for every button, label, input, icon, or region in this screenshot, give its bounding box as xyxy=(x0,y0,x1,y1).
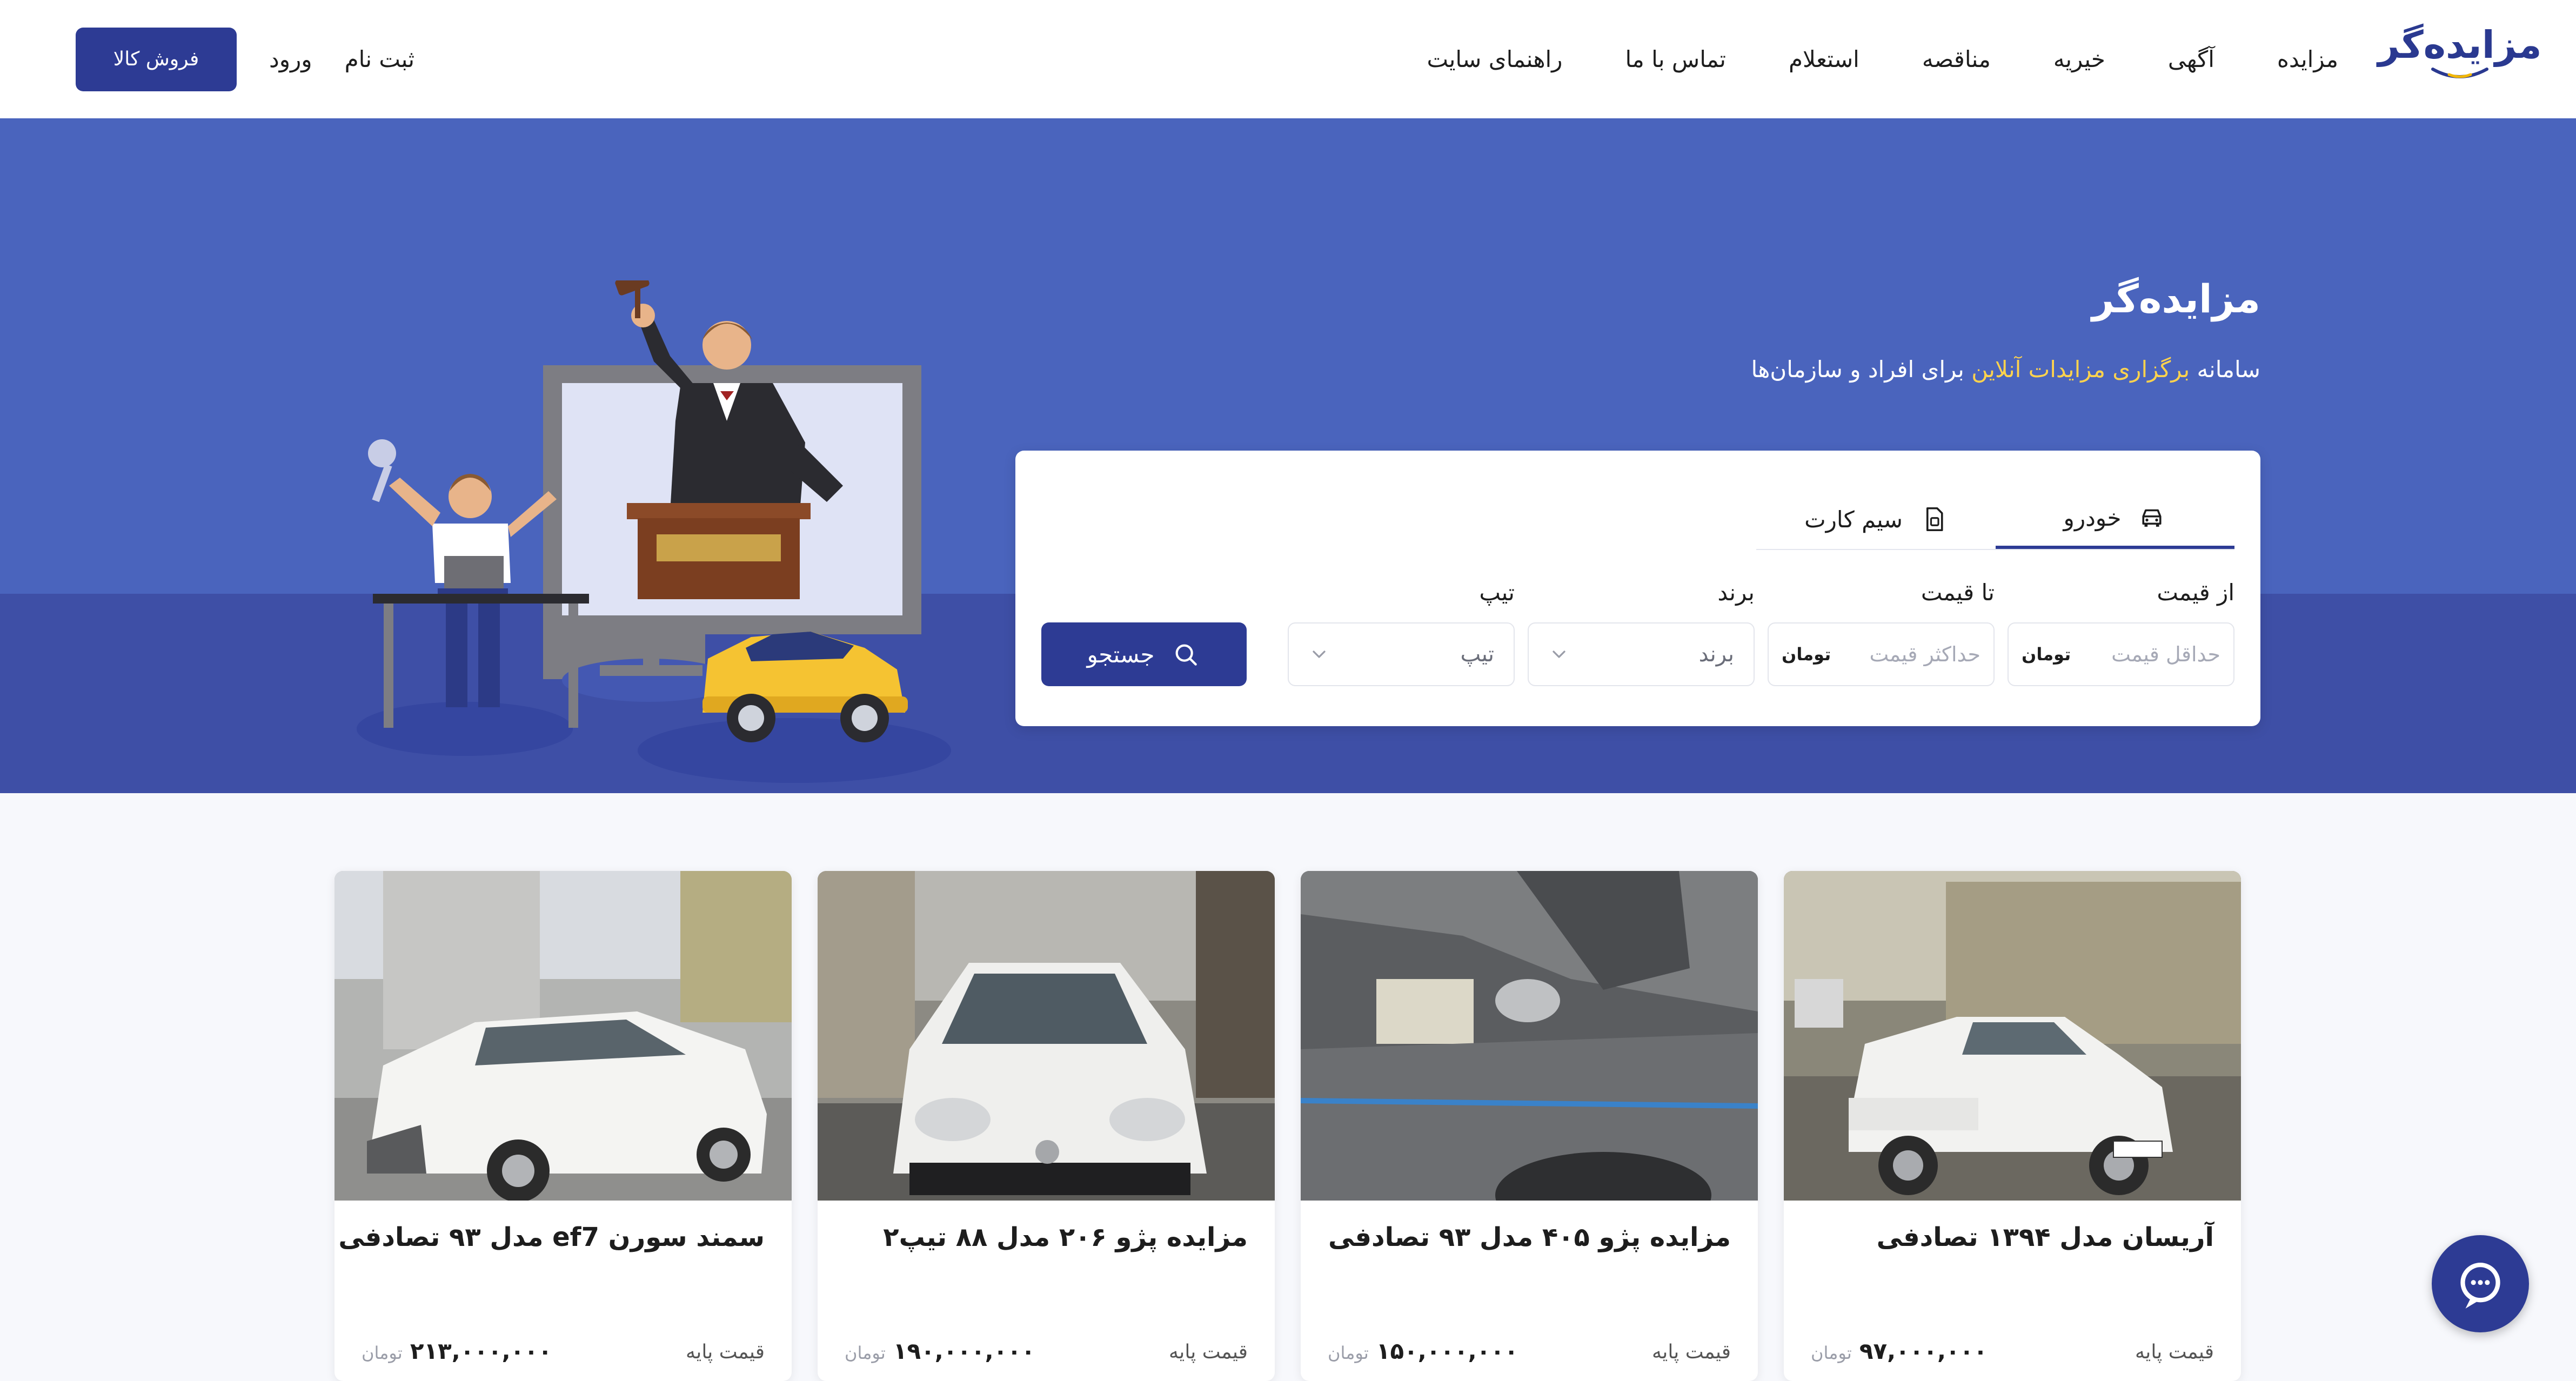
hero-section: مزایده‌گر سامانه برگزاری مزایدات آنلاین … xyxy=(0,118,2576,793)
pickup-truck-photo-icon xyxy=(1784,871,2241,1201)
from-price-label: از قیمت xyxy=(2157,579,2234,606)
nav-actions: فروش کالا ورود ثبت نام xyxy=(76,0,414,118)
from-price-field: تومان xyxy=(2008,622,2234,686)
page: مزایده‌گر مزایده آگهی خیریه مناقصه استعل… xyxy=(0,0,2576,1381)
site-logo[interactable]: مزایده‌گر xyxy=(2378,23,2542,85)
nav-link-inquiry[interactable]: استعلام xyxy=(1789,46,1859,72)
from-price-unit: تومان xyxy=(2022,644,2071,665)
listing-price-value: ۱۵۰,۰۰۰,۰۰۰ xyxy=(1376,1338,1518,1364)
search-button[interactable]: جستجو xyxy=(1041,622,1247,686)
hero-subtitle-prefix: سامانه xyxy=(2190,356,2261,383)
from-price-input[interactable] xyxy=(2080,642,2220,666)
navbar: مزایده‌گر مزایده آگهی خیریه مناقصه استعل… xyxy=(0,0,2576,118)
listing-image xyxy=(1784,871,2241,1201)
listing-image xyxy=(818,871,1275,1201)
listing-price-label: قیمت پایه xyxy=(2135,1341,2214,1363)
listing-title: آریسان مدل ۱۳۹۴ تصادفی xyxy=(1876,1222,2214,1252)
chat-icon xyxy=(2460,1263,2500,1309)
nav-link-auction[interactable]: مزایده xyxy=(2277,46,2338,72)
hero-subtitle-highlight: برگزاری مزایدات آنلاین xyxy=(1971,356,2190,383)
hero-title: مزایده‌گر xyxy=(2092,276,2260,321)
type-select-value: تیپ xyxy=(1460,642,1494,667)
type-label: تیپ xyxy=(1479,579,1515,606)
chat-support-button[interactable] xyxy=(2432,1235,2529,1332)
car-icon xyxy=(2142,509,2162,527)
listing-price: ۹۷,۰۰۰,۰۰۰ تومان xyxy=(1811,1338,1988,1364)
logo-text: مزایده‌گر xyxy=(2378,22,2542,67)
listing-price-label: قیمت پایه xyxy=(1169,1341,1248,1363)
to-price-input[interactable] xyxy=(1841,642,1980,666)
listing-price-value: ۱۹۰,۰۰۰,۰۰۰ xyxy=(893,1338,1035,1364)
search-card: خودرو سیم کارت از قیمت تومان تا قیمت xyxy=(1015,451,2260,726)
listing-card[interactable]: مزایده پژو ۲۰۶ مدل ۸۸ تیپ۲ قیمت پایه ۱۹۰… xyxy=(818,871,1275,1381)
white-peugeot-photo-icon xyxy=(818,871,1275,1201)
nav-link-ads[interactable]: آگهی xyxy=(2168,46,2214,72)
to-price-unit: تومان xyxy=(1782,644,1831,665)
listing-price-unit: تومان xyxy=(1328,1343,1369,1363)
tab-sim-card-label: سیم کارت xyxy=(1804,506,1903,533)
listing-price-unit: تومان xyxy=(845,1343,886,1363)
hero-subtitle-suffix: برای افراد و سازمان‌ها xyxy=(1751,356,1972,383)
hero-subtitle: سامانه برگزاری مزایدات آنلاین برای افراد… xyxy=(1751,356,2260,383)
tab-car-label: خودرو xyxy=(2063,504,2122,531)
search-icon xyxy=(1176,644,1197,666)
listing-price: ۱۹۰,۰۰۰,۰۰۰ تومان xyxy=(845,1338,1035,1364)
listing-cards: آریسان مدل ۱۳۹۴ تصادفی قیمت پایه ۹۷,۰۰۰,… xyxy=(333,871,2241,1381)
nav-link-contact[interactable]: تماس با ما xyxy=(1625,46,1726,72)
logo-smile-icon xyxy=(2431,67,2488,78)
damaged-car-engine-photo-icon xyxy=(1301,871,1758,1201)
listing-price: ۱۵۰,۰۰۰,۰۰۰ تومان xyxy=(1328,1338,1518,1364)
register-link[interactable]: ثبت نام xyxy=(345,46,414,72)
listing-card[interactable]: آریسان مدل ۱۳۹۴ تصادفی قیمت پایه ۹۷,۰۰۰,… xyxy=(1784,871,2241,1381)
listing-price-unit: تومان xyxy=(1811,1343,1852,1363)
white-samand-photo-icon xyxy=(334,871,792,1201)
brand-label: برند xyxy=(1717,579,1755,606)
listing-title: مزایده پژو ۲۰۶ مدل ۸۸ تیپ۲ xyxy=(883,1222,1248,1252)
listing-image xyxy=(334,871,792,1201)
type-select[interactable]: تیپ xyxy=(1288,622,1515,686)
main-nav: مزایده آگهی خیریه مناقصه استعلام تماس با… xyxy=(1427,0,2338,118)
listing-price-label: قیمت پایه xyxy=(1652,1341,1731,1363)
to-price-label: تا قیمت xyxy=(1921,579,1995,606)
chevron-down-icon xyxy=(1313,651,1326,658)
brand-select-value: برند xyxy=(1698,642,1734,667)
sim-card-icon xyxy=(1926,507,1943,532)
listing-price-unit: تومان xyxy=(362,1343,403,1363)
tab-sim-card[interactable]: سیم کارت xyxy=(1757,490,1996,549)
login-link[interactable]: ورود xyxy=(269,46,312,72)
listing-price-label: قیمت پایه xyxy=(686,1341,765,1363)
listing-price: ۲۱۳,۰۰۰,۰۰۰ تومان xyxy=(362,1338,552,1364)
tab-car[interactable]: خودرو xyxy=(1996,490,2234,549)
listing-title: مزایده پژو ۴۰۵ مدل ۹۳ تصادفی xyxy=(1328,1222,1731,1252)
listing-title: سمند سورن ef7 مدل ۹۳ تصادفی xyxy=(338,1222,765,1252)
listing-price-value: ۲۱۳,۰۰۰,۰۰۰ xyxy=(410,1338,552,1364)
listing-card[interactable]: مزایده پژو ۴۰۵ مدل ۹۳ تصادفی قیمت پایه ۱… xyxy=(1301,871,1758,1381)
nav-link-charity[interactable]: خیریه xyxy=(2053,46,2105,72)
search-button-label: جستجو xyxy=(1087,641,1155,668)
nav-link-guide[interactable]: راهنمای سایت xyxy=(1427,46,1562,72)
listing-image xyxy=(1301,871,1758,1201)
listing-price-value: ۹۷,۰۰۰,۰۰۰ xyxy=(1859,1338,1988,1364)
category-tabs: خودرو سیم کارت xyxy=(1756,490,2234,550)
chevron-down-icon xyxy=(1553,651,1565,658)
nav-link-tender[interactable]: مناقصه xyxy=(1922,46,1991,72)
to-price-field: تومان xyxy=(1768,622,1995,686)
sell-item-button[interactable]: فروش کالا xyxy=(76,27,237,91)
auction-scene-icon xyxy=(357,280,951,783)
brand-select[interactable]: برند xyxy=(1528,622,1755,686)
listing-card[interactable]: سمند سورن ef7 مدل ۹۳ تصادفی قیمت پایه ۲۱… xyxy=(334,871,792,1381)
